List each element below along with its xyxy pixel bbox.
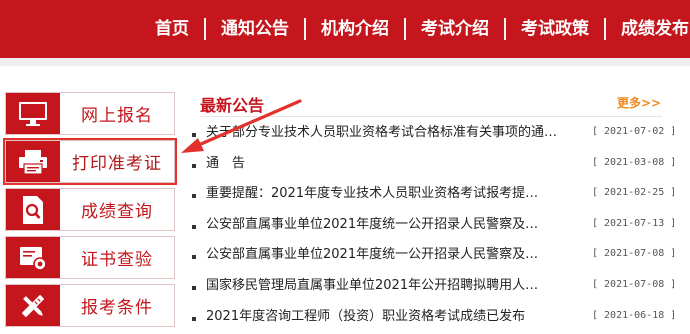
news-item: 关于部分专业技术人员职业资格考试合格标准有关事项的通… [ 2021-07-02… xyxy=(188,120,676,151)
quick-link-label: 打印准考证 xyxy=(72,154,162,174)
news-link[interactable]: 公安部直属事业单位2021年度统一公开招录人民警察及… xyxy=(206,216,574,234)
news-link[interactable]: 国家移民管理局直属事业单位2021年公开招聘拟聘用人… xyxy=(206,277,574,295)
quick-link-online-registration[interactable]: 网上报名 xyxy=(5,92,175,135)
bullet-icon xyxy=(192,163,196,168)
quick-link-label: 网上报名 xyxy=(81,106,153,126)
news-item: 公安部直属事业单位2021年度统一公开招录人民警察及… [ 2021-07-13… xyxy=(188,212,676,243)
news-link[interactable]: 重要提醒：2021年度专业技术人员职业资格考试报考提… xyxy=(206,185,574,203)
news-date: [ 2021-02-25 ] xyxy=(592,187,677,199)
nav-divider xyxy=(304,18,306,40)
bullet-icon xyxy=(192,133,196,137)
news-date: [ 2021-03-08 ] xyxy=(592,156,677,168)
news-link[interactable]: 通 告 xyxy=(206,155,574,173)
news-section-title: 最新公告 xyxy=(200,96,265,115)
news-item: 国家移民管理局直属事业单位2021年公开招聘拟聘用人… [ 2021-07-08… xyxy=(188,273,676,304)
nav-shadow-strip xyxy=(0,58,690,66)
news-item: 通 告 [ 2021-03-08 ] xyxy=(188,151,676,182)
quick-link-score-query[interactable]: 成绩查询 xyxy=(5,188,175,231)
nav-divider xyxy=(404,18,406,40)
nav-divider xyxy=(204,18,206,40)
quick-link-label: 报考条件 xyxy=(81,298,153,318)
nav-notices[interactable]: 通知公告 xyxy=(206,19,304,39)
quick-link-label: 成绩查询 xyxy=(81,202,153,222)
news-link[interactable]: 2021年度咨询工程师（投资）职业资格考试成绩已发布 xyxy=(206,308,574,326)
printer-icon xyxy=(6,141,60,182)
bullet-icon xyxy=(192,194,196,199)
news-divider xyxy=(200,116,662,117)
nav-results[interactable]: 成绩发布 xyxy=(606,19,690,39)
quick-link-eligibility[interactable]: 报考条件 xyxy=(5,284,175,327)
nav-divider xyxy=(504,18,506,40)
monitor-icon xyxy=(6,93,60,134)
news-list: 关于部分专业技术人员职业资格考试合格标准有关事项的通… [ 2021-07-02… xyxy=(188,120,676,334)
quick-link-label: 证书查验 xyxy=(81,250,153,270)
certificate-icon xyxy=(6,237,60,278)
news-date: [ 2021-07-13 ] xyxy=(592,217,677,229)
bullet-icon xyxy=(192,316,196,321)
search-document-icon xyxy=(6,189,60,230)
news-date: [ 2021-07-02 ] xyxy=(592,126,677,137)
news-date: [ 2021-07-08 ] xyxy=(592,248,677,260)
news-link[interactable]: 关于部分专业技术人员职业资格考试合格标准有关事项的通… xyxy=(206,124,574,142)
quick-link-print-admission-ticket[interactable]: 打印准考证 xyxy=(3,138,177,185)
news-date: [ 2021-07-08 ] xyxy=(592,278,677,290)
nav-exam-intro[interactable]: 考试介绍 xyxy=(406,19,504,39)
top-nav-bar: 首页 通知公告 机构介绍 考试介绍 考试政策 成绩发布 xyxy=(0,0,690,58)
main-nav: 首页 通知公告 机构介绍 考试介绍 考试政策 成绩发布 xyxy=(140,0,690,58)
tools-icon xyxy=(6,285,60,326)
bullet-icon xyxy=(192,285,196,290)
news-item: 2021年度咨询工程师（投资）职业资格考试成绩已发布 [ 2021-06-18 … xyxy=(188,304,676,334)
bullet-icon xyxy=(192,255,196,260)
news-item: 重要提醒：2021年度专业技术人员职业资格考试报考提… [ 2021-02-25… xyxy=(188,181,676,212)
bullet-icon xyxy=(192,224,196,229)
news-item: 公安部直属事业单位2021年度统一公开招录人民警察及… [ 2021-07-08… xyxy=(188,242,676,273)
news-link[interactable]: 公安部直属事业单位2021年度统一公开招录人民警察及… xyxy=(206,246,574,264)
nav-institution[interactable]: 机构介绍 xyxy=(306,19,404,39)
nav-divider xyxy=(604,18,606,40)
nav-home[interactable]: 首页 xyxy=(140,19,204,39)
more-link[interactable]: 更多>> xyxy=(617,94,661,111)
quick-link-certificate-verify[interactable]: 证书查验 xyxy=(5,236,175,279)
news-date: [ 2021-06-18 ] xyxy=(592,309,677,321)
nav-exam-policy[interactable]: 考试政策 xyxy=(506,19,604,39)
